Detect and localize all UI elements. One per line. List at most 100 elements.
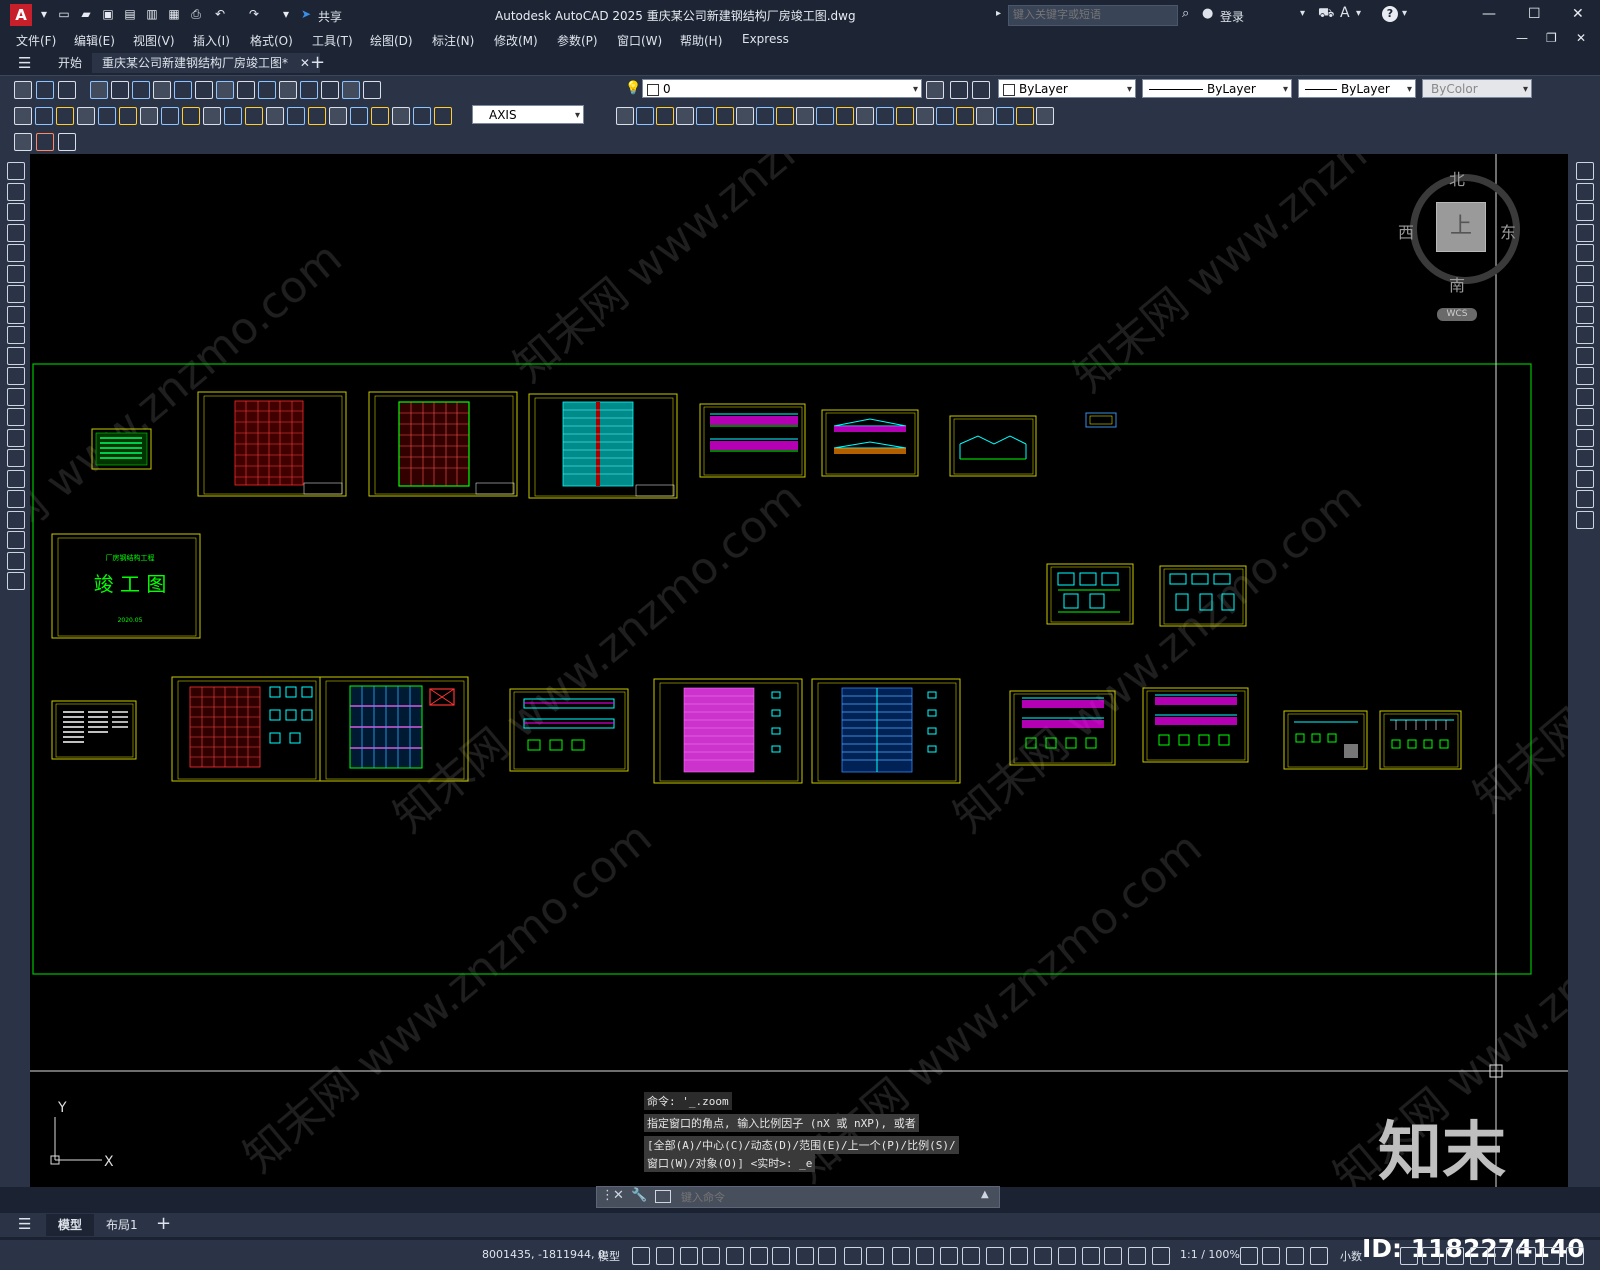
sheet-elevation-b[interactable] bbox=[821, 409, 919, 477]
draw-tool-icon[interactable] bbox=[7, 305, 25, 324]
help-icon[interactable]: ? bbox=[1382, 6, 1398, 22]
modify-tool-icon[interactable] bbox=[1576, 162, 1594, 180]
menu-file[interactable]: 文件(F) bbox=[16, 32, 56, 49]
command-input[interactable] bbox=[679, 1188, 973, 1206]
draw-tool-icon[interactable] bbox=[7, 510, 25, 529]
tab-model[interactable]: 模型 bbox=[46, 1214, 95, 1236]
status-toggle-icon[interactable] bbox=[1010, 1247, 1028, 1265]
modify-tool-icon[interactable] bbox=[1576, 264, 1594, 283]
open-web-icon[interactable]: ▥ bbox=[144, 6, 160, 22]
sheet-foundation-plan[interactable] bbox=[197, 391, 347, 497]
status-toggle-icon[interactable] bbox=[1566, 1247, 1584, 1265]
draw-tool-icon[interactable] bbox=[7, 387, 25, 406]
dimension-tool-icon[interactable] bbox=[976, 107, 994, 125]
search-expand-icon[interactable]: ▸ bbox=[996, 8, 1001, 19]
dimension-tool-icon[interactable] bbox=[676, 107, 694, 125]
lineweight-dropdown[interactable]: ByLayer ▾ bbox=[1298, 79, 1416, 98]
modify-tool-icon[interactable] bbox=[1576, 326, 1594, 344]
menu-modify[interactable]: 修改(M) bbox=[494, 32, 538, 49]
dimension-tool-icon[interactable] bbox=[916, 107, 934, 125]
standard-tool-icon[interactable] bbox=[58, 81, 76, 99]
new-file-icon[interactable]: ▭ bbox=[56, 6, 72, 22]
dimension-tool-icon[interactable] bbox=[856, 107, 874, 125]
status-toggle-icon[interactable] bbox=[916, 1247, 934, 1265]
dimension-tool-icon[interactable] bbox=[98, 107, 116, 125]
menu-format[interactable]: 格式(O) bbox=[250, 32, 293, 49]
dimension-tool-icon[interactable] bbox=[1036, 107, 1054, 125]
save-icon[interactable]: ▣ bbox=[100, 6, 116, 22]
status-toggle-icon[interactable] bbox=[656, 1247, 674, 1265]
dimension-tool-icon[interactable] bbox=[636, 107, 654, 125]
standard-tool-icon[interactable] bbox=[36, 81, 54, 99]
draw-tool-icon[interactable] bbox=[7, 428, 25, 447]
undo-icon[interactable]: ↶ bbox=[212, 6, 228, 22]
modify-tool-icon[interactable] bbox=[1576, 346, 1594, 365]
viewcube-top-face[interactable]: 上 bbox=[1436, 202, 1486, 252]
draw-tool-icon[interactable] bbox=[7, 367, 25, 385]
sheet-node-detail-a[interactable] bbox=[1046, 563, 1134, 625]
share-icon[interactable]: ➤ bbox=[298, 6, 314, 22]
status-toggle-icon[interactable] bbox=[940, 1247, 958, 1265]
share-button[interactable]: 共享 bbox=[318, 8, 342, 25]
dimension-tool-icon[interactable] bbox=[245, 107, 263, 125]
minimize-icon[interactable]: — bbox=[1482, 6, 1496, 22]
standard-tool-icon[interactable] bbox=[153, 81, 171, 99]
draw-tool-icon[interactable] bbox=[7, 346, 25, 365]
layer-tool-icon[interactable] bbox=[950, 81, 968, 99]
draw-tool-icon[interactable] bbox=[7, 203, 25, 221]
dimension-tool-icon[interactable] bbox=[77, 107, 95, 125]
sheet-wall-purlin-plan[interactable] bbox=[811, 678, 961, 784]
dimension-tool-icon[interactable] bbox=[736, 107, 754, 125]
status-toggle-icon[interactable] bbox=[632, 1247, 650, 1265]
draw-tool-icon[interactable] bbox=[7, 182, 25, 201]
dimension-tool-icon[interactable] bbox=[716, 107, 734, 125]
dimension-tool-icon[interactable] bbox=[656, 107, 674, 125]
standard-tool-icon[interactable] bbox=[237, 81, 255, 99]
draw-tool-icon[interactable] bbox=[7, 264, 25, 283]
modify-tool-icon[interactable] bbox=[1576, 285, 1594, 303]
sheet-roof-plan[interactable] bbox=[528, 393, 678, 499]
menu-window[interactable]: 窗口(W) bbox=[617, 32, 662, 49]
status-toggle-icon[interactable] bbox=[680, 1247, 698, 1265]
autodesk-a360-icon[interactable]: A bbox=[1340, 5, 1350, 21]
menu-parametric[interactable]: 参数(P) bbox=[557, 32, 598, 49]
menu-help[interactable]: 帮助(H) bbox=[680, 32, 722, 49]
dimension-tool-icon[interactable] bbox=[936, 107, 954, 125]
status-toggle-icon[interactable] bbox=[1240, 1247, 1258, 1265]
dimension-tool-icon[interactable] bbox=[956, 107, 974, 125]
menu-edit[interactable]: 编辑(E) bbox=[74, 32, 115, 49]
draw-tool-icon[interactable] bbox=[7, 469, 25, 488]
menu-tools[interactable]: 工具(T) bbox=[312, 32, 353, 49]
help-dropdown-icon[interactable]: ▾ bbox=[1402, 8, 1407, 19]
standard-tool-icon[interactable] bbox=[14, 81, 32, 99]
layer-tool-icon[interactable] bbox=[972, 81, 990, 99]
dimension-tool-icon[interactable] bbox=[308, 107, 326, 125]
standard-tool-icon[interactable] bbox=[321, 81, 339, 99]
status-toggle-icon[interactable] bbox=[892, 1247, 910, 1265]
dimension-tool-icon[interactable] bbox=[287, 107, 305, 125]
app-menu-chevron-icon[interactable]: ▾ bbox=[36, 6, 52, 22]
status-toggle-icon[interactable] bbox=[1422, 1247, 1440, 1265]
dimension-tool-icon[interactable] bbox=[776, 107, 794, 125]
draw-tool-icon[interactable] bbox=[7, 162, 25, 180]
standard-tool-icon[interactable] bbox=[216, 81, 234, 99]
dimension-tool-icon[interactable] bbox=[182, 107, 200, 125]
dimension-tool-icon[interactable] bbox=[140, 107, 158, 125]
units-setting[interactable]: 小数 bbox=[1340, 1248, 1362, 1264]
dimension-tool-icon[interactable] bbox=[616, 107, 634, 125]
dimension-tool-icon[interactable] bbox=[266, 107, 284, 125]
extra-tool-icon[interactable] bbox=[58, 133, 76, 151]
standard-tool-icon[interactable] bbox=[90, 81, 108, 99]
sheet-design-notes[interactable] bbox=[51, 700, 137, 760]
dimension-tool-icon[interactable] bbox=[1016, 107, 1034, 125]
modify-tool-icon[interactable] bbox=[1576, 510, 1594, 529]
maximize-icon[interactable]: ☐ bbox=[1528, 6, 1541, 22]
a360-dropdown-icon[interactable]: ▾ bbox=[1356, 8, 1361, 19]
tab-close-icon[interactable]: ✕ bbox=[300, 56, 310, 70]
standard-tool-icon[interactable] bbox=[111, 81, 129, 99]
draw-tool-icon[interactable] bbox=[7, 285, 25, 303]
annotation-scale[interactable]: 1:1 / 100% bbox=[1180, 1248, 1240, 1261]
viewcube-east[interactable]: 东 bbox=[1500, 219, 1516, 243]
dimension-tool-icon[interactable] bbox=[329, 107, 347, 125]
menu-dimension[interactable]: 标注(N) bbox=[432, 32, 474, 49]
